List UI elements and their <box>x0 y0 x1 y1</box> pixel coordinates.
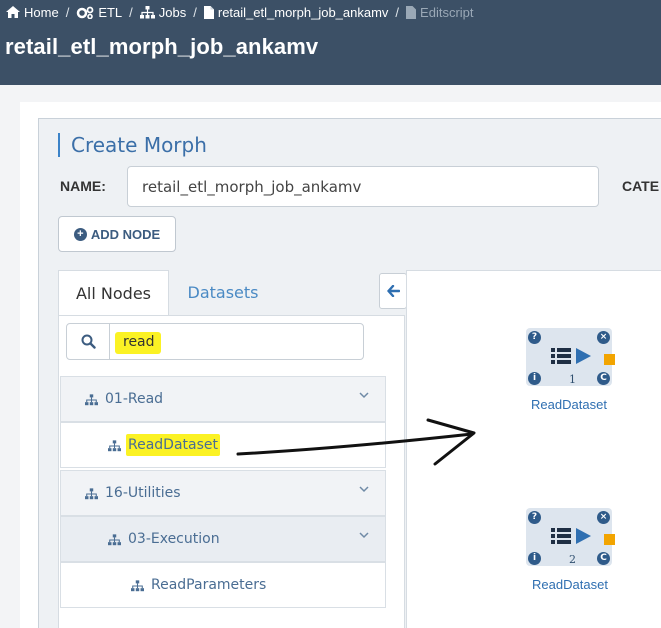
tree-item-readparameters[interactable]: ReadParameters <box>60 562 386 608</box>
node-number: 2 <box>569 553 576 566</box>
breadcrumb-home[interactable]: Home <box>6 5 59 20</box>
sitemap-icon <box>131 580 144 592</box>
sitemap-icon <box>85 488 98 500</box>
tree-subgroup-execution[interactable]: 03-Execution <box>60 516 386 562</box>
name-label: NAME: <box>60 178 106 194</box>
tree-group-utilities-label: 16-Utilities <box>105 485 181 501</box>
file-icon <box>203 5 214 19</box>
breadcrumb-separator: / <box>65 4 70 20</box>
read-dataset-icon <box>551 348 591 364</box>
breadcrumb-separator: / <box>193 4 197 20</box>
file-icon <box>406 5 417 19</box>
tree-group-read-label: 01-Read <box>105 391 164 407</box>
breadcrumb: Home / ETL / Jobs / retail_etl_morph_job… <box>6 4 474 20</box>
breadcrumb-home-label: Home <box>24 4 59 20</box>
canvas-node-label: ReadDataset <box>532 577 608 592</box>
tree-group-utilities[interactable]: 16-Utilities <box>60 470 386 516</box>
category-label: CATE <box>622 178 660 194</box>
add-node-label: ADD NODE <box>90 226 161 242</box>
breadcrumb-current: Editscript <box>406 4 474 20</box>
gears-icon <box>77 6 94 19</box>
canvas-node[interactable]: ? × i 2 C <box>526 508 615 566</box>
canvas-node[interactable]: ? × i 1 C <box>526 328 615 386</box>
breadcrumb-separator: / <box>129 4 133 20</box>
plus-circle-icon: + <box>73 227 87 241</box>
canvas-node-label: ReadDataset <box>531 397 607 412</box>
tree-item-readparameters-label: ReadParameters <box>151 577 267 593</box>
top-header: Home / ETL / Jobs / retail_etl_morph_job… <box>0 0 661 85</box>
breadcrumb-current-label: Editscript <box>420 4 474 20</box>
annotation-arrow <box>236 418 476 466</box>
info-icon[interactable]: i <box>528 372 541 385</box>
breadcrumb-jobs[interactable]: Jobs <box>139 4 187 20</box>
close-icon[interactable]: × <box>597 511 610 524</box>
config-icon[interactable]: C <box>597 372 610 385</box>
read-dataset-icon <box>551 528 591 544</box>
breadcrumb-separator: / <box>395 4 400 20</box>
chevron-down-icon <box>359 532 369 539</box>
sitemap-icon <box>85 394 98 406</box>
breadcrumb-job[interactable]: retail_etl_morph_job_ankamv <box>203 4 389 20</box>
tree-subgroup-execution-label: 03-Execution <box>128 531 220 547</box>
breadcrumb-etl[interactable]: ETL <box>76 5 122 20</box>
search-input[interactable] <box>109 323 364 360</box>
help-icon[interactable]: ? <box>528 511 541 524</box>
arrow-left-icon <box>386 285 400 297</box>
sitemap-icon <box>108 534 121 546</box>
add-node-button[interactable]: + ADD NODE <box>58 216 176 252</box>
home-icon <box>6 6 20 18</box>
breadcrumb-etl-label: ETL <box>98 4 123 20</box>
tab-datasets[interactable]: Datasets <box>172 270 274 316</box>
tree-item-readdataset-label: ReadDataset <box>126 434 221 456</box>
sitemap-icon <box>108 440 121 452</box>
section-title: Create Morph <box>58 133 207 157</box>
search-icon <box>81 334 96 349</box>
output-port[interactable] <box>604 534 615 545</box>
sitemap-icon <box>139 5 155 18</box>
help-icon[interactable]: ? <box>528 331 541 344</box>
collapse-palette-button[interactable] <box>379 273 407 309</box>
chevron-down-icon <box>359 392 369 399</box>
chevron-down-icon <box>359 486 369 493</box>
config-icon[interactable]: C <box>597 552 610 565</box>
breadcrumb-jobs-label: Jobs <box>158 4 187 20</box>
node-number: 1 <box>569 373 576 386</box>
output-port[interactable] <box>604 354 615 365</box>
breadcrumb-job-label: retail_etl_morph_job_ankamv <box>217 4 389 20</box>
name-input[interactable] <box>127 166 599 207</box>
close-icon[interactable]: × <box>597 331 610 344</box>
info-icon[interactable]: i <box>528 552 541 565</box>
page-title: retail_etl_morph_job_ankamv <box>5 34 319 59</box>
tab-all-nodes[interactable]: All Nodes <box>58 270 169 316</box>
search-button[interactable] <box>66 323 110 360</box>
